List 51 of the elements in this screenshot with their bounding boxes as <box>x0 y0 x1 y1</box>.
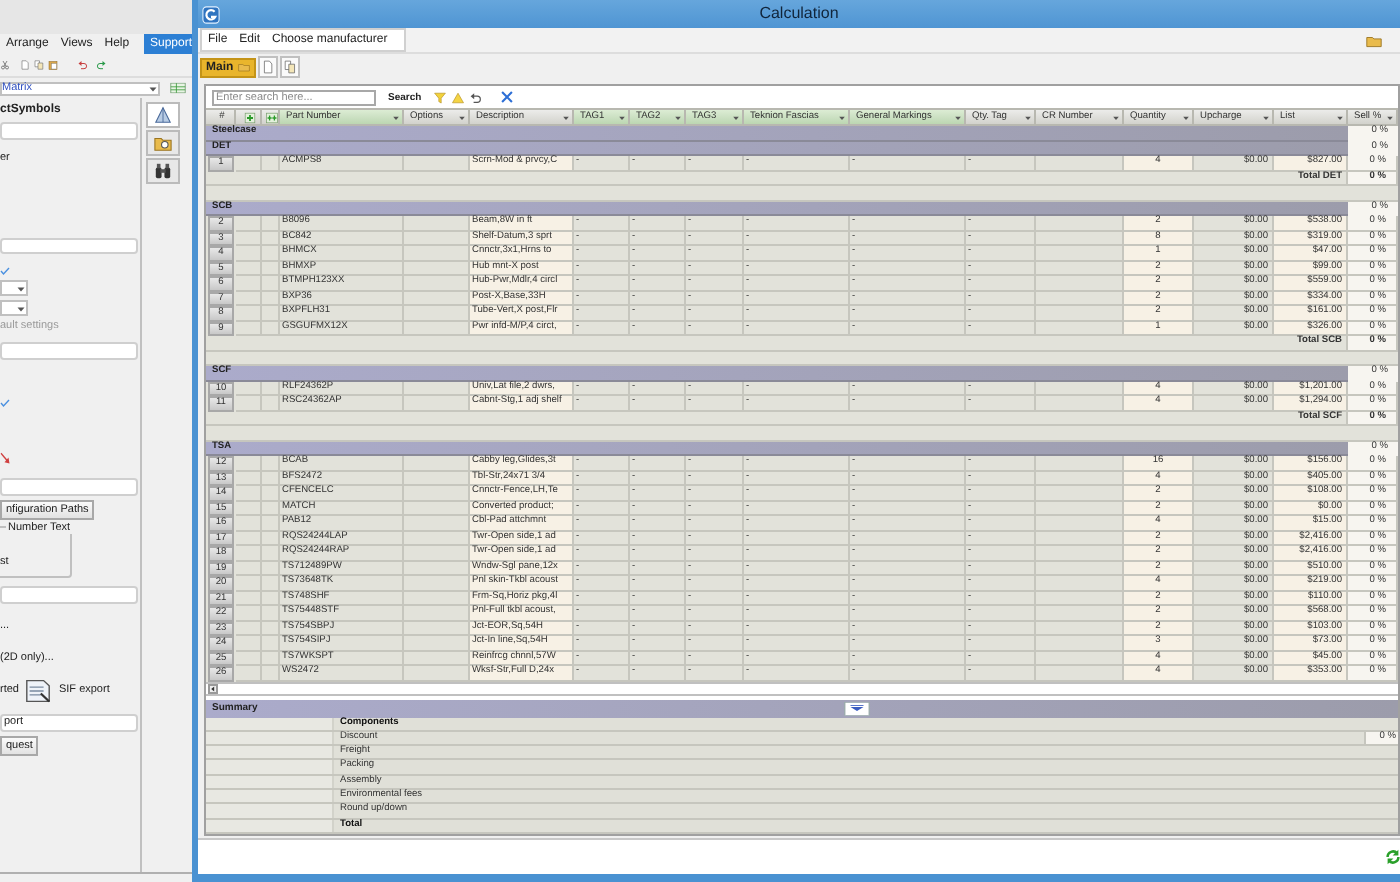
redo-icon[interactable] <box>96 60 106 70</box>
dropdown-icon[interactable] <box>1262 113 1270 121</box>
text-field[interactable] <box>0 478 138 496</box>
text-field[interactable] <box>0 238 138 254</box>
dropdown-icon[interactable] <box>562 113 570 121</box>
copy-icon[interactable] <box>34 60 44 70</box>
close-icon[interactable] <box>499 90 514 104</box>
dropdown-icon[interactable] <box>618 113 626 121</box>
scroll-left-button[interactable] <box>208 683 218 693</box>
dropdown-icon[interactable] <box>1024 113 1032 121</box>
folder-icon[interactable] <box>1366 33 1382 47</box>
dropdown-icon <box>148 83 158 93</box>
window-title: Calculation <box>757 2 841 26</box>
dropdown-icon[interactable] <box>838 113 846 121</box>
add-all-icon[interactable] <box>266 111 278 123</box>
left-arrow-icon <box>210 685 216 691</box>
grid-icon[interactable] <box>170 82 186 94</box>
folder-icon <box>237 62 250 72</box>
copy-icon[interactable] <box>283 60 296 74</box>
paste-icon[interactable] <box>48 60 58 70</box>
refresh-icon[interactable] <box>1384 847 1400 866</box>
undo-icon[interactable] <box>78 60 88 70</box>
export-icon[interactable] <box>24 677 53 703</box>
filter-icon[interactable] <box>433 91 446 103</box>
text-field[interactable] <box>0 342 138 360</box>
folder-search-icon <box>154 134 173 152</box>
dropdown-icon[interactable] <box>392 113 400 121</box>
side-tab[interactable] <box>146 158 181 184</box>
dropdown-icon[interactable] <box>954 113 962 121</box>
cut-icon[interactable] <box>0 60 10 70</box>
dropdown-icon[interactable] <box>674 113 682 121</box>
collapse-icon[interactable] <box>844 701 870 715</box>
dropdown-icon[interactable] <box>1112 113 1120 121</box>
text-field[interactable] <box>0 122 138 140</box>
dropdown-icon[interactable] <box>1386 113 1394 121</box>
text-field[interactable] <box>0 586 138 604</box>
dropdown-icon[interactable] <box>458 113 466 121</box>
dropdown[interactable] <box>0 280 28 296</box>
dropdown-icon[interactable] <box>1336 113 1344 121</box>
app-icon <box>202 5 220 23</box>
pyramid-icon <box>154 106 173 124</box>
arrow-icon <box>0 452 10 464</box>
dropdown-icon[interactable] <box>732 113 740 121</box>
binoculars-icon <box>154 162 173 180</box>
check-icon <box>0 398 10 408</box>
add-icon[interactable] <box>244 111 256 123</box>
check-icon <box>0 266 10 276</box>
dropdown-icon[interactable] <box>1182 113 1190 121</box>
undo-icon[interactable] <box>469 91 482 103</box>
new-document-icon[interactable] <box>261 60 274 74</box>
dropdown[interactable] <box>0 300 28 316</box>
